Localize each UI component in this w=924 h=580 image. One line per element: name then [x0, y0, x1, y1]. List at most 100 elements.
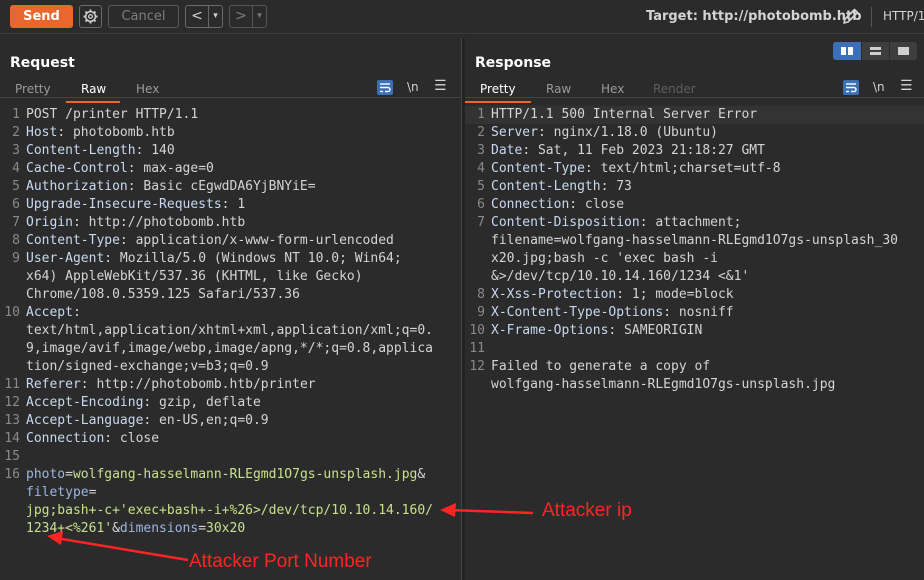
- layout-toggle-group: [833, 42, 917, 60]
- header-name: X-Content-Type-Options: [491, 305, 664, 320]
- header-value: : max-age=0: [127, 161, 214, 176]
- header-value: : nosniff: [663, 305, 734, 320]
- split-vertical-icon: [870, 47, 881, 55]
- line-number: 6: [12, 197, 20, 212]
- request-menu-button[interactable]: ☰: [434, 78, 447, 94]
- send-button[interactable]: Send: [10, 5, 73, 28]
- line-number: 5: [12, 179, 20, 194]
- code-line: 12 Accept-Encoding: gzip, deflate: [0, 394, 461, 412]
- gear-icon: [83, 9, 98, 24]
- code-line: 1 POST /printer HTTP/1.1: [0, 106, 461, 124]
- response-menu-button[interactable]: ☰: [900, 78, 913, 94]
- cancel-button[interactable]: Cancel: [108, 5, 179, 28]
- code-line: 2 Host: photobomb.htb: [0, 124, 461, 142]
- line-number: 4: [12, 161, 20, 176]
- request-newline-toggle[interactable]: \n: [407, 80, 419, 94]
- response-title: Response: [475, 55, 552, 71]
- response-tab-pretty[interactable]: Pretty: [480, 82, 516, 96]
- wrap-icon: [380, 83, 391, 93]
- request-tab-pretty[interactable]: Pretty: [15, 82, 51, 96]
- header-value: : 1; mode=block: [616, 287, 734, 302]
- code-line: 7 Content-Disposition: attachment; filena…: [465, 214, 924, 286]
- line-number: 15: [4, 449, 20, 464]
- settings-button[interactable]: [79, 5, 102, 28]
- header-value: : 1: [221, 197, 246, 212]
- header-name: Date: [491, 143, 523, 158]
- header-value: &: [417, 467, 426, 482]
- line-number: 3: [12, 143, 20, 158]
- header-value: 30x20: [206, 521, 246, 536]
- code-line: 16 photo=wolfgang-hasselmann-RLEgmd1O7gs-…: [0, 466, 461, 538]
- line-number: 6: [477, 197, 485, 212]
- http-protocol-selector[interactable]: HTTP/1: [883, 9, 924, 23]
- code-line: 7 Origin: http://photobomb.htb: [0, 214, 461, 232]
- code-line: 12 Failed to generate a copy of wolfgang-…: [465, 358, 924, 394]
- response-tab-hex[interactable]: Hex: [601, 82, 624, 96]
- header-name: Accept: [26, 305, 73, 320]
- header-name: Content-Type: [491, 161, 585, 176]
- line-number: 2: [12, 125, 20, 140]
- header-value: : Sat, 11 Feb 2023 21:18:27 GMT: [522, 143, 765, 158]
- line-number: 4: [477, 161, 485, 176]
- header-name: filetype: [26, 485, 89, 500]
- response-active-tab-underline: [465, 101, 531, 103]
- code-line: 6 Upgrade-Insecure-Requests: 1: [0, 196, 461, 214]
- forward-button[interactable]: >: [230, 6, 252, 27]
- header-value: : photobomb.htb: [57, 125, 175, 140]
- code-line: 5 Authorization: Basic cEgwdDA6YjBNYiE=: [0, 178, 461, 196]
- response-newline-toggle[interactable]: \n: [873, 80, 885, 94]
- split-horizontal-icon: [841, 47, 853, 55]
- line-number: 2: [477, 125, 485, 140]
- header-name: Cache-Control: [26, 161, 128, 176]
- header-value: Failed to generate a copy of wolfgang-ha…: [491, 359, 836, 392]
- back-nav-group: < ▾: [185, 5, 223, 28]
- line-number: 11: [4, 377, 20, 392]
- response-editor[interactable]: 1 HTTP/1.1 500 Internal Server Error 2 Serv…: [465, 106, 924, 394]
- code-line: 13 Accept-Language: en-US,en;q=0.9: [0, 412, 461, 430]
- code-line: 14 Connection: close: [0, 430, 461, 448]
- header-name: photo: [26, 467, 66, 482]
- header-name: Upgrade-Insecure-Requests: [26, 197, 222, 212]
- code-line: 2 Server: nginx/1.18.0 (Ubuntu): [465, 124, 924, 142]
- back-history-dropdown[interactable]: ▾: [208, 6, 222, 27]
- code-line: 4 Cache-Control: max-age=0: [0, 160, 461, 178]
- header-value: =: [65, 467, 73, 482]
- header-name: X-Frame-Options: [491, 323, 609, 338]
- response-tab-render[interactable]: Render: [653, 82, 696, 96]
- request-editor[interactable]: 1 POST /printer HTTP/1.1 2 Host: photobomb.…: [0, 106, 461, 538]
- header-name: User-Agent: [26, 251, 105, 266]
- response-tab-rule: [465, 97, 924, 98]
- header-name: Accept-Encoding: [26, 395, 144, 410]
- toolbar-separator: [871, 7, 872, 27]
- request-wrap-toggle[interactable]: [377, 80, 393, 95]
- top-toolbar: Send Cancel < ▾ > ▾ Target: http://photo…: [0, 0, 924, 34]
- edit-target-button[interactable]: [841, 6, 861, 30]
- layout-split-horizontal-button[interactable]: [833, 42, 861, 60]
- request-title: Request: [10, 55, 75, 71]
- line-number: 9: [12, 251, 20, 266]
- target-label: Target: http://photobomb.htb: [646, 9, 862, 24]
- line-number: 8: [12, 233, 20, 248]
- code-line: 11 Referer: http://photobomb.htb/printer: [0, 376, 461, 394]
- line-number: 5: [477, 179, 485, 194]
- hamburger-icon: ☰: [434, 78, 447, 94]
- code-line: 11​: [465, 340, 924, 358]
- header-name: Server: [491, 125, 538, 140]
- header-value: : http://photobomb.htb/printer: [80, 377, 316, 392]
- line-number: 8: [477, 287, 485, 302]
- line-number: 14: [4, 431, 20, 446]
- response-tab-raw[interactable]: Raw: [546, 82, 571, 96]
- forward-history-dropdown[interactable]: ▾: [252, 6, 266, 27]
- layout-single-pane-button[interactable]: [889, 42, 917, 60]
- request-tab-hex[interactable]: Hex: [136, 82, 159, 96]
- back-button[interactable]: <: [186, 6, 208, 27]
- code-line: 9 User-Agent: Mozilla/5.0 (Windows NT 10.…: [0, 250, 461, 304]
- header-name: Referer: [26, 377, 81, 392]
- response-wrap-toggle[interactable]: [843, 80, 859, 95]
- header-value: : close: [569, 197, 625, 212]
- layout-split-vertical-button[interactable]: [861, 42, 889, 60]
- header-name: Connection: [491, 197, 570, 212]
- header-value: : text/html,application/xhtml+xml,applic…: [26, 305, 433, 374]
- request-tab-raw[interactable]: Raw: [81, 82, 106, 96]
- code-line: 5 Content-Length: 73: [465, 178, 924, 196]
